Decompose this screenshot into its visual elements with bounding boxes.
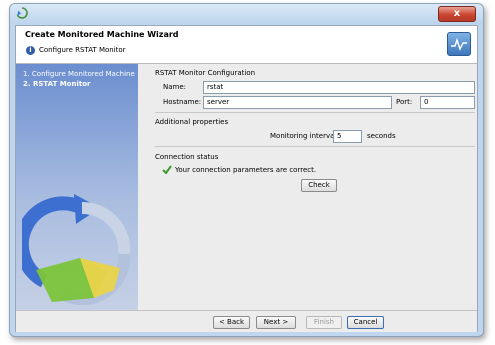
monitoring-interval-field[interactable]: 5 <box>333 130 362 143</box>
steps-sidebar: 1. Configure Monitored Machine 2. RSTAT … <box>16 64 138 310</box>
wizard-subtitle: Configure RSTAT Monitor <box>39 46 126 54</box>
wizard-header: Create Monitored Machine Wizard i Config… <box>16 26 477 64</box>
step-configure-machine: 1. Configure Monitored Machine <box>23 70 135 78</box>
app-swirl-icon <box>16 7 28 19</box>
back-button[interactable]: < Back <box>213 316 250 329</box>
monitor-wave-icon <box>447 32 471 56</box>
connection-status-heading: Connection status <box>155 153 219 161</box>
name-label: Name: <box>163 83 187 91</box>
monitoring-interval-label: Monitoring interval: <box>270 132 339 140</box>
cancel-button[interactable]: Cancel <box>347 316 384 329</box>
rstat-config-heading: RSTAT Monitor Configuration <box>155 69 256 77</box>
section-divider <box>155 146 475 147</box>
next-button[interactable]: Next > <box>256 316 296 329</box>
wizard-window: x Create Monitored Machine Wizard i Conf… <box>9 3 484 337</box>
main-panel: RSTAT Monitor Configuration Name: rstat … <box>146 64 477 310</box>
port-field[interactable]: 0 <box>420 96 475 109</box>
hostname-label: Hostname: <box>163 98 202 106</box>
wizard-swirl-graphic <box>22 194 131 306</box>
name-field[interactable]: rstat <box>203 81 475 94</box>
additional-properties-heading: Additional properties <box>155 118 229 126</box>
checkmark-icon <box>162 165 172 174</box>
check-button[interactable]: Check <box>301 179 337 192</box>
interval-unit-label: seconds <box>367 132 396 140</box>
hostname-field[interactable]: server <box>203 96 392 109</box>
connection-status-text: Your connection parameters are correct. <box>175 166 317 174</box>
finish-button[interactable]: Finish <box>306 316 342 329</box>
wizard-title: Create Monitored Machine Wizard <box>25 30 179 39</box>
close-button[interactable]: x <box>438 6 476 22</box>
wizard-content: Create Monitored Machine Wizard i Config… <box>15 25 478 332</box>
section-divider <box>155 112 475 113</box>
info-icon: i <box>26 46 35 55</box>
title-bar[interactable]: x <box>10 4 483 24</box>
wizard-footer: < Back Next > Finish Cancel <box>16 310 477 332</box>
port-label: Port: <box>396 98 413 106</box>
step-rstat-monitor: 2. RSTAT Monitor <box>23 80 91 88</box>
